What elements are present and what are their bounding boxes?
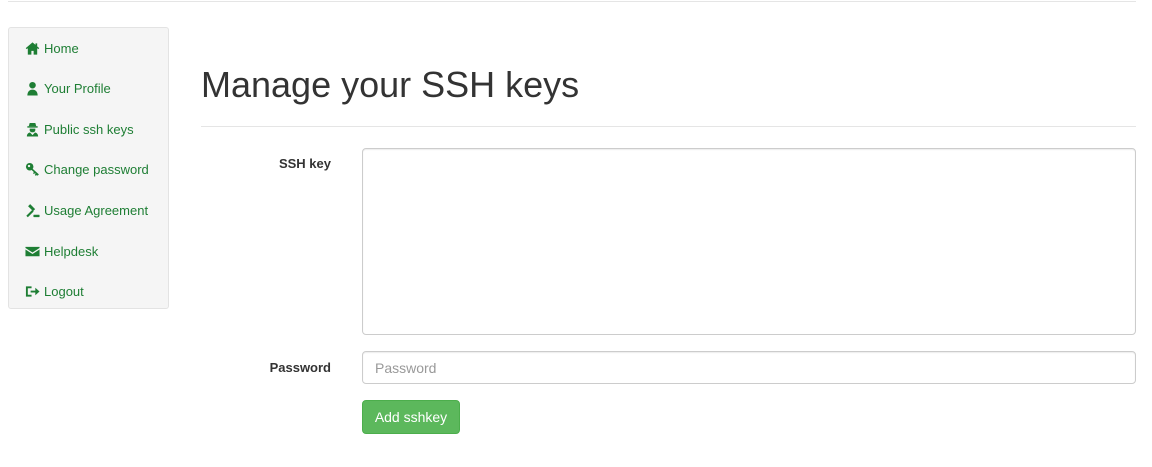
sidebar-item-your-profile[interactable]: Your Profile <box>24 78 111 98</box>
sidebar-item-label: Change password <box>44 161 149 177</box>
sshkey-label: SSH key <box>278 156 331 171</box>
sidebar-item-public-ssh-keys[interactable]: Public ssh keys <box>24 119 134 139</box>
password-input[interactable] <box>362 351 1136 384</box>
sidebar-item-label: Home <box>44 40 79 56</box>
page-title: Manage your SSH keys <box>201 64 580 105</box>
sidebar-item-home[interactable]: Home <box>24 38 79 58</box>
top-divider <box>8 1 1136 2</box>
add-sshkey-button[interactable]: Add sshkey <box>362 400 460 434</box>
sshkey-textarea[interactable] <box>362 148 1136 335</box>
sidebar-item-logout[interactable]: Logout <box>24 281 84 301</box>
key-icon <box>24 161 40 177</box>
sidebar-item-change-password[interactable]: Change password <box>24 159 149 179</box>
user-secret-icon <box>24 121 40 137</box>
sidebar-item-label: Usage Agreement <box>44 202 149 218</box>
sidebar-item-usage-agreement[interactable]: Usage Agreement <box>24 200 148 220</box>
envelope-icon <box>24 243 40 259</box>
sidebar-item-helpdesk[interactable]: Helpdesk <box>24 241 98 261</box>
sidebar-item-label: Public ssh keys <box>44 121 134 137</box>
sidebar-item-label: Logout <box>44 283 84 299</box>
user-icon <box>24 80 40 96</box>
title-divider <box>201 126 1136 127</box>
sidebar-item-label: Helpdesk <box>44 243 99 259</box>
password-label: Password <box>269 360 331 375</box>
home-icon <box>24 40 40 56</box>
sidebar: Home Your Profile Public ssh keys Change… <box>8 27 169 309</box>
sidebar-item-label: Your Profile <box>44 80 111 96</box>
sign-out-icon <box>24 283 40 299</box>
gavel-icon <box>24 202 40 218</box>
